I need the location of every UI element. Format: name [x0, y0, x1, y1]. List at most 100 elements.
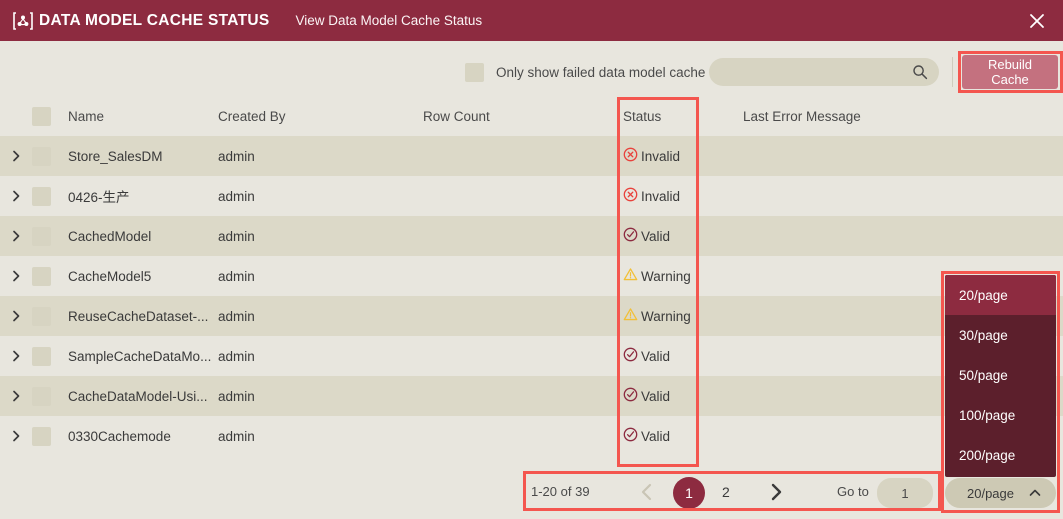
table-row[interactable]: 0330Cachemode admin Valid	[0, 416, 1063, 456]
page-size-option[interactable]: 20/page	[945, 275, 1056, 315]
select-all-checkbox[interactable]	[32, 106, 62, 126]
checkbox-box[interactable]	[32, 426, 51, 446]
cell-status: Valid	[623, 347, 743, 365]
row-expand-chevron-right-icon[interactable]	[0, 349, 32, 363]
table-row[interactable]: ReuseCacheDataset-... admin Warning	[0, 296, 1063, 336]
row-expand-chevron-right-icon[interactable]	[0, 189, 32, 203]
success-circle-check-icon	[623, 387, 638, 405]
checkbox-box[interactable]	[32, 186, 51, 206]
table-row[interactable]: CacheDataModel-Usi... admin Valid	[0, 376, 1063, 416]
pagination-prev-button[interactable]	[636, 481, 658, 503]
checkbox-box[interactable]	[32, 266, 51, 286]
cell-name: CacheModel5	[68, 268, 152, 284]
success-circle-check-icon	[623, 347, 638, 365]
table-row[interactable]: 0426-生产 admin Invalid	[0, 176, 1063, 216]
checkbox-box[interactable]	[465, 63, 484, 82]
status-label: Valid	[641, 388, 671, 404]
search-input[interactable]	[723, 58, 907, 88]
cell-name: CacheDataModel-Usi...	[68, 388, 208, 404]
column-header-last-error-message[interactable]: Last Error Message	[743, 109, 1063, 124]
page-size-option[interactable]: 30/page	[945, 315, 1056, 355]
warning-triangle-icon	[623, 267, 638, 285]
search-icon[interactable]	[912, 64, 928, 80]
cell-created-by: admin	[218, 308, 255, 324]
column-header-row-count[interactable]: Row Count	[423, 109, 623, 124]
pagination-goto-input[interactable]	[877, 478, 933, 508]
cell-created-by: admin	[218, 188, 255, 204]
table-row[interactable]: CachedModel admin Valid	[0, 216, 1063, 256]
error-circle-x-icon	[623, 147, 638, 165]
table-header-row: Name Created By Row Count Status Last Er…	[0, 96, 1063, 136]
status-label: Warning	[641, 308, 691, 324]
row-expand-chevron-right-icon[interactable]	[0, 269, 32, 283]
warning-triangle-icon	[623, 307, 638, 325]
row-expand-chevron-right-icon[interactable]	[0, 389, 32, 403]
cell-name: 0330Cachemode	[68, 428, 171, 444]
cache-status-table: Name Created By Row Count Status Last Er…	[0, 96, 1063, 456]
row-expand-chevron-right-icon[interactable]	[0, 149, 32, 163]
cell-name: ReuseCacheDataset-...	[68, 308, 209, 324]
table-row[interactable]: CacheModel5 admin Warning	[0, 256, 1063, 296]
cell-created-by: admin	[218, 348, 255, 364]
checkbox-box[interactable]	[32, 386, 51, 406]
cell-created-by: admin	[218, 148, 255, 164]
failed-only-label: Only show failed data model cache	[496, 65, 706, 80]
table-row[interactable]: SampleCacheDataMo... admin Valid	[0, 336, 1063, 376]
row-expand-chevron-right-icon[interactable]	[0, 429, 32, 443]
page-size-option[interactable]: 50/page	[945, 355, 1056, 395]
cell-created-by: admin	[218, 228, 255, 244]
row-checkbox[interactable]	[32, 266, 62, 286]
row-checkbox[interactable]	[32, 146, 62, 166]
search-box[interactable]	[709, 58, 939, 88]
page-title: DATA MODEL CACHE STATUS	[39, 11, 270, 29]
page-size-option[interactable]: 100/page	[945, 395, 1056, 435]
checkbox-box[interactable]	[32, 146, 51, 166]
success-circle-check-icon	[623, 427, 638, 445]
row-checkbox[interactable]	[32, 306, 62, 326]
page-size-select[interactable]: 20/page	[945, 478, 1056, 508]
row-checkbox[interactable]	[32, 386, 62, 406]
rebuild-cache-button[interactable]: Rebuild Cache	[962, 55, 1058, 89]
cell-created-by: admin	[218, 428, 255, 444]
status-label: Warning	[641, 268, 691, 284]
pagination-goto-label: Go to	[837, 484, 869, 499]
table-row[interactable]: Store_SalesDM admin Invalid	[0, 136, 1063, 176]
pagination-page-1[interactable]: 1	[673, 477, 705, 509]
page-size-dropdown-menu[interactable]: 20/page 30/page 50/page 100/page 200/page	[945, 275, 1056, 477]
success-circle-check-icon	[623, 227, 638, 245]
cell-status: Valid	[623, 427, 743, 445]
row-expand-chevron-right-icon[interactable]	[0, 229, 32, 243]
row-checkbox[interactable]	[32, 186, 62, 206]
checkbox-box[interactable]	[32, 306, 51, 326]
checkbox-box[interactable]	[32, 106, 51, 126]
page-size-option[interactable]: 200/page	[945, 435, 1056, 475]
checkbox-box[interactable]	[32, 346, 51, 366]
column-header-created-by[interactable]: Created By	[218, 109, 423, 124]
column-header-status[interactable]: Status	[623, 109, 743, 124]
cell-name: CachedModel	[68, 228, 152, 244]
status-label: Valid	[641, 228, 671, 244]
data-model-bracket-icon	[12, 10, 34, 32]
cell-created-by: admin	[218, 268, 255, 284]
chevron-up-icon[interactable]	[1028, 486, 1042, 500]
row-expand-chevron-right-icon[interactable]	[0, 309, 32, 323]
cell-name: 0426-生产	[68, 190, 130, 205]
row-checkbox[interactable]	[32, 346, 62, 366]
close-icon[interactable]	[1025, 9, 1049, 33]
pagination-summary: 1-20 of 39	[531, 484, 590, 499]
failed-only-checkbox[interactable]: Only show failed data model cache	[465, 63, 705, 82]
pagination-next-button[interactable]	[765, 481, 787, 503]
cell-status: Invalid	[623, 147, 743, 165]
status-label: Invalid	[641, 188, 681, 204]
cell-status: Valid	[623, 227, 743, 245]
row-checkbox[interactable]	[32, 226, 62, 246]
status-label: Invalid	[641, 148, 681, 164]
status-label: Valid	[641, 428, 671, 444]
cell-status: Warning	[623, 307, 743, 325]
page-size-select-label: 20/page	[967, 485, 1014, 501]
status-label: Valid	[641, 348, 671, 364]
pagination-page-2[interactable]: 2	[722, 484, 730, 500]
column-header-name[interactable]: Name	[62, 109, 218, 124]
checkbox-box[interactable]	[32, 226, 51, 246]
row-checkbox[interactable]	[32, 426, 62, 446]
